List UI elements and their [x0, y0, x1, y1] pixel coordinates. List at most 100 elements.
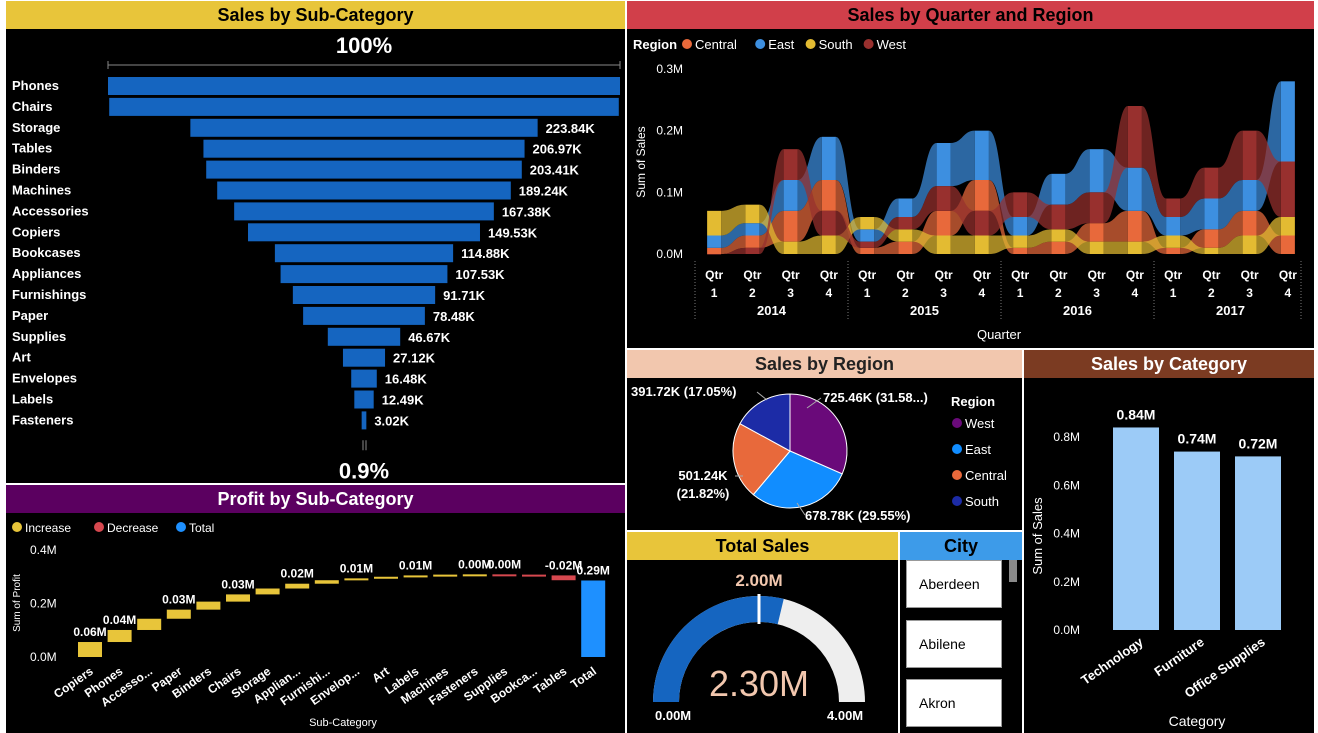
ribbon-column-segment [936, 210, 951, 236]
city-option-aberdeen[interactable]: Aberdeen [906, 560, 1002, 608]
funnel-category-label: Copiers [12, 224, 60, 239]
ribbon-column-segment [898, 229, 913, 242]
city-slicer-panel: City Aberdeen Abilene Akron [900, 532, 1022, 733]
funnel-bar [274, 244, 454, 263]
ribbon-xtick-qtr: Qtr [1241, 268, 1259, 282]
ribbon-column-segment [974, 210, 989, 236]
funnel-value-label: 46.67K [408, 330, 451, 345]
category-value-label: 0.74M [1178, 431, 1217, 447]
city-list: Aberdeen Abilene Akron [900, 560, 1022, 733]
ribbon-xtick-num: 2 [1208, 286, 1215, 300]
ribbon-column-segment [1204, 247, 1219, 254]
profit-ytick: 0.2M [30, 597, 57, 611]
funnel-bar [206, 160, 522, 179]
funnel-chart: 100% Phones Chairs Storage 223.84K Tables 206.… [12, 33, 621, 483]
funnel-value-label: 149.53K [488, 225, 538, 240]
city-option-abilene[interactable]: Abilene [906, 620, 1002, 668]
category-ytick: 0.6M [1053, 478, 1080, 492]
ribbon-column-segment [898, 217, 913, 230]
ribbon-xtick-num: 1 [864, 286, 871, 300]
funnel-category-label: Binders [12, 162, 60, 177]
profit-legend-dot [94, 522, 104, 532]
ribbon-xtick-qtr: Qtr [705, 268, 723, 282]
funnel-bar [234, 202, 494, 221]
category-ytick: 0.0M [1053, 623, 1080, 637]
profit-value-label: 0.03M [162, 593, 195, 607]
profit-title: Profit by Sub-Category [6, 485, 625, 513]
ribbon-column-segment [1013, 192, 1028, 217]
ribbon-xtick-qtr: Qtr [1164, 268, 1182, 282]
ribbon-column-segment [1242, 235, 1257, 254]
funnel-value-label: 78.48K [433, 309, 476, 324]
ribbon-panel: Sales by Quarter and Region Region Centra… [627, 1, 1314, 348]
ribbon-ytick: 0.3M [656, 62, 683, 76]
ribbon-column-segment [1242, 210, 1257, 236]
pie-label-east: 678.78K (29.55%) [805, 508, 911, 523]
ribbon-ytick: 0.0M [656, 247, 683, 261]
profit-xlabel: Sub-Category [309, 717, 377, 729]
ribbon-xtick-num: 1 [1170, 286, 1177, 300]
pie-legend-dot [952, 444, 962, 454]
funnel-category-label: Storage [12, 120, 60, 135]
pie-title: Sales by Region [627, 350, 1022, 378]
funnel-bar [351, 369, 377, 388]
ribbon-ylabel: Sum of Sales [634, 126, 648, 197]
ribbon-band [950, 130, 975, 187]
gauge-chart: 2.00M 2.30M 0.00M 4.00M [653, 571, 865, 723]
ribbon-legend-label: South [819, 37, 853, 52]
category-value-label: 0.72M [1239, 435, 1278, 451]
ribbon-column-segment [1127, 210, 1142, 242]
ribbon-column-segment [1280, 81, 1295, 162]
profit-bar [581, 580, 606, 657]
funnel-category-label: Fasteners [12, 412, 73, 427]
ribbon-column-segment [1013, 247, 1028, 254]
funnel-value-label: 114.88K [461, 246, 510, 261]
category-ytick: 0.4M [1053, 527, 1080, 541]
profit-bar [374, 576, 398, 579]
ribbon-xtick-qtr: Qtr [1049, 268, 1067, 282]
funnel-category-label: Furnishings [12, 287, 86, 302]
profit-panel: Profit by Sub-Category Increase Decrease T… [6, 485, 625, 733]
ribbon-column-segment [936, 235, 951, 254]
ribbon-column-segment [936, 186, 951, 211]
ribbon-band [950, 235, 975, 254]
pie-legend-label: South [965, 494, 999, 509]
category-bar [1113, 427, 1159, 630]
funnel-value-label: 189.24K [519, 184, 569, 199]
ribbon-year-label: 2014 [757, 303, 787, 318]
ribbon-xtick-qtr: Qtr [1088, 268, 1106, 282]
funnel-bottom-percent: 0.9% [339, 458, 389, 483]
profit-value-label: 0.00M [488, 557, 521, 571]
ribbon-column-segment [1280, 217, 1295, 236]
ribbon-legend-title: Region [633, 37, 677, 52]
funnel-bar [217, 181, 511, 200]
ribbon-xtick-qtr: Qtr [743, 268, 761, 282]
pie-legend-label: East [965, 442, 991, 457]
ribbon-xtick-num: 3 [1246, 286, 1253, 300]
gauge-value-label: 2.30M [709, 663, 809, 704]
profit-bar [551, 575, 576, 581]
ribbon-column-segment [707, 247, 722, 254]
ribbon-column-segment [783, 210, 798, 242]
ribbon-title: Sales by Quarter and Region [627, 1, 1314, 29]
ribbon-column-segment [821, 210, 836, 236]
funnel-category-label: Paper [12, 308, 48, 323]
category-bar [1235, 456, 1281, 630]
city-option-akron[interactable]: Akron [906, 679, 1002, 727]
funnel-bar [327, 327, 401, 346]
ribbon-xlabel: Quarter [977, 327, 1022, 342]
gauge-panel: Total Sales 2.00M 2.30M 0.00M 4.00M [627, 532, 898, 733]
profit-value-label: 0.00M [458, 557, 491, 571]
ribbon-column-segment [783, 180, 798, 211]
funnel-category-label: Tables [12, 141, 52, 156]
ribbon-column-segment [898, 241, 913, 254]
city-scrollbar[interactable] [1009, 560, 1017, 582]
ribbon-column-segment [1089, 241, 1104, 254]
pie-label-central: 501.24K [678, 468, 728, 483]
profit-bar [285, 583, 310, 589]
gauge-min-label: 0.00M [655, 708, 691, 723]
gauge-title: Total Sales [627, 532, 898, 560]
ribbon-column-segment [860, 229, 875, 242]
funnel-category-label: Accessories [12, 203, 89, 218]
profit-value-label: 0.02M [281, 567, 314, 581]
